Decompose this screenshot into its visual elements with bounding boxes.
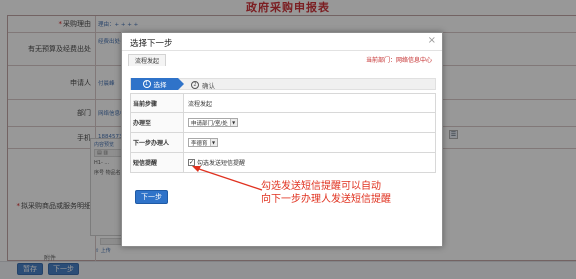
chevron-down-icon: ▼: [209, 139, 217, 146]
step-label: 确认: [202, 81, 215, 90]
row-current-step: 当前步骤 流程发起: [131, 94, 435, 113]
step-arrow-icon: [178, 78, 184, 90]
annotation-line-1: 勾选发送短信提醒可以自动: [261, 181, 381, 192]
step-number: 1: [142, 80, 151, 88]
dialog-tabs: 流程发起 当前部门：网络信息中心: [122, 52, 442, 67]
step-confirm: 2 确认: [191, 79, 215, 90]
next-handler-select[interactable]: 李德育 ▼: [188, 138, 218, 147]
current-department: 当前部门：网络信息中心: [366, 55, 432, 64]
step-select: 1 选择: [131, 78, 178, 90]
handle-to-select-wrap: 申请部门/室/处 ▼: [188, 113, 238, 132]
department-label: 当前部门：: [365, 57, 396, 64]
label-handle-to: 办理至: [131, 113, 184, 132]
dialog-next-button[interactable]: 下一步: [135, 190, 168, 204]
tab-process-start[interactable]: 流程发起: [128, 54, 167, 66]
step-form-table: 当前步骤 流程发起 办理至 申请部门/室/处 ▼ 下一步办理人 李德育 ▼ 短信提醒…: [130, 93, 436, 173]
annotation-text: 勾选发送短信提醒可以自动 向下一步办理人发送短信提醒: [261, 180, 401, 206]
handle-to-select[interactable]: 申请部门/室/处 ▼: [188, 118, 238, 127]
sms-checkbox[interactable]: ✓: [188, 159, 195, 166]
label-next-handler: 下一步办理人: [131, 133, 184, 152]
row-handle-to: 办理至 申请部门/室/处 ▼: [131, 113, 435, 133]
dialog-header: 选择下一步 ×: [122, 33, 442, 51]
handle-to-value: 申请部门/室/处: [191, 120, 228, 127]
step-number: 2: [191, 80, 199, 89]
sms-option: ✓ 勾选发送短信提醒: [188, 153, 245, 172]
next-step-dialog: 选择下一步 × 流程发起 当前部门：网络信息中心 1 选择 2 确认 当前步骤 流程…: [121, 32, 443, 247]
next-handler-value: 李德育: [191, 140, 208, 147]
row-next-handler: 下一步办理人 李德育 ▼: [131, 133, 435, 153]
sms-option-label: 勾选发送短信提醒: [197, 160, 246, 167]
chevron-down-icon: ▼: [229, 119, 237, 126]
step-indicator: 1 选择 2 确认: [130, 78, 436, 90]
close-icon[interactable]: ×: [428, 35, 436, 46]
label-sms: 短信提醒: [131, 153, 184, 172]
annotation-line-2: 向下一步办理人发送短信提醒: [261, 194, 391, 205]
label-current-step: 当前步骤: [131, 94, 184, 112]
value-current-step: 流程发起: [188, 100, 213, 108]
dialog-title: 选择下一步: [130, 39, 173, 49]
row-sms: 短信提醒 ✓ 勾选发送短信提醒: [131, 153, 435, 172]
department-value: 网络信息中心: [395, 57, 432, 64]
next-handler-select-wrap: 李德育 ▼: [188, 133, 218, 152]
step-label: 选择: [153, 81, 167, 89]
